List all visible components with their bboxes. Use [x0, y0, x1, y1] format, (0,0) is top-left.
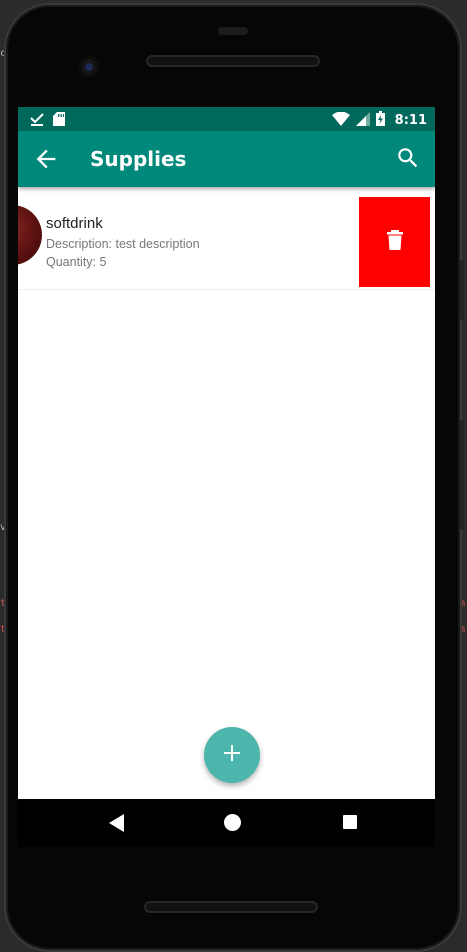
back-triangle-icon[interactable]: [108, 813, 128, 833]
status-time: 8:11: [394, 112, 427, 128]
supply-image: [18, 205, 42, 265]
add-supply-button[interactable]: [204, 727, 260, 783]
supply-description: Description: test description: [46, 237, 200, 251]
page-title: Supplies: [90, 147, 187, 171]
search-icon[interactable]: [395, 145, 423, 173]
wifi-icon: [331, 111, 350, 129]
battery-charging-icon: [375, 111, 385, 129]
sd-card-icon: [53, 112, 65, 129]
bottom-speaker-grille: [144, 901, 318, 913]
volume-button: [460, 420, 464, 530]
status-bar: 8:11: [18, 107, 435, 131]
supply-list-item[interactable]: softdrink Description: test description …: [18, 193, 435, 290]
trash-icon: [386, 229, 404, 255]
plus-icon: [223, 744, 241, 767]
supply-quantity: Quantity: 5: [46, 255, 107, 269]
download-done-icon: [30, 112, 44, 129]
delete-button[interactable]: [359, 197, 430, 287]
app-screen: 8:11 Supplies softdrink Description: tes…: [18, 107, 435, 799]
recents-square-icon[interactable]: [343, 815, 357, 829]
supply-name: softdrink: [46, 215, 103, 232]
power-button: [460, 260, 464, 320]
system-nav-bar: [18, 799, 435, 847]
arrow-back-icon[interactable]: [32, 145, 60, 173]
app-toolbar: Supplies: [18, 131, 435, 187]
home-circle-icon[interactable]: [224, 814, 241, 831]
cell-signal-icon: [355, 111, 370, 129]
front-camera: [78, 56, 100, 78]
top-speaker-grille: [146, 55, 320, 67]
earpiece: [218, 27, 248, 35]
